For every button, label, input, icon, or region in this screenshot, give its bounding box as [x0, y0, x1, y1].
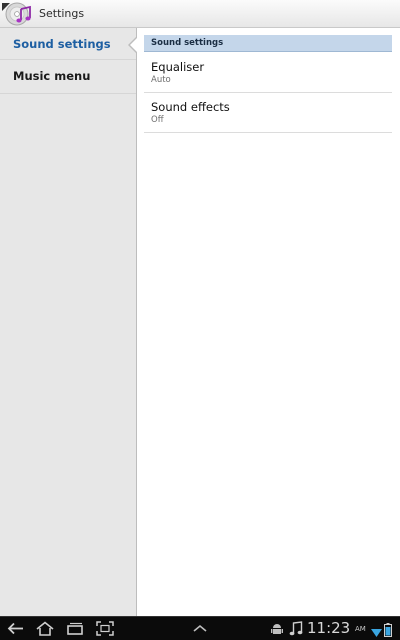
- header-item-sound-settings[interactable]: Sound settings: [0, 28, 138, 60]
- screenshot-icon[interactable]: [95, 620, 115, 637]
- clock-time: 11:23: [307, 619, 351, 637]
- music-note-icon: [289, 621, 303, 640]
- preference-title: Sound effects: [151, 100, 230, 114]
- battery-icon: [384, 622, 392, 640]
- preference-summary: Auto: [151, 75, 171, 85]
- detail-pane: Sound settings Equaliser Auto Sound effe…: [138, 28, 400, 616]
- headers-pane: Sound settings Music menu: [0, 28, 138, 616]
- back-icon[interactable]: [6, 620, 26, 637]
- screen: Settings Sound settings Music menu Sound…: [0, 0, 400, 640]
- page-title: Settings: [39, 7, 85, 20]
- preference-summary: Off: [151, 115, 164, 125]
- android-debug-icon: [271, 621, 283, 640]
- sound-effects-preference[interactable]: Sound effects Off: [144, 93, 392, 133]
- header-item-label: Sound settings: [13, 37, 111, 51]
- music-app-icon[interactable]: [5, 1, 33, 27]
- menu-up-icon[interactable]: [190, 620, 210, 637]
- clock-ampm: AM: [355, 625, 366, 633]
- section-header-label: Sound settings: [151, 38, 224, 48]
- system-bar: 11:23 AM: [0, 616, 400, 640]
- equaliser-preference[interactable]: Equaliser Auto: [144, 53, 392, 93]
- home-icon[interactable]: [35, 620, 55, 637]
- action-bar: Settings: [0, 0, 400, 28]
- wifi-icon: [371, 623, 382, 640]
- header-item-music-menu[interactable]: Music menu: [0, 60, 136, 94]
- recent-apps-icon[interactable]: [65, 620, 85, 637]
- section-header: Sound settings: [144, 35, 392, 52]
- preference-title: Equaliser: [151, 60, 205, 74]
- header-item-label: Music menu: [13, 69, 91, 83]
- selection-pointer: [130, 37, 138, 53]
